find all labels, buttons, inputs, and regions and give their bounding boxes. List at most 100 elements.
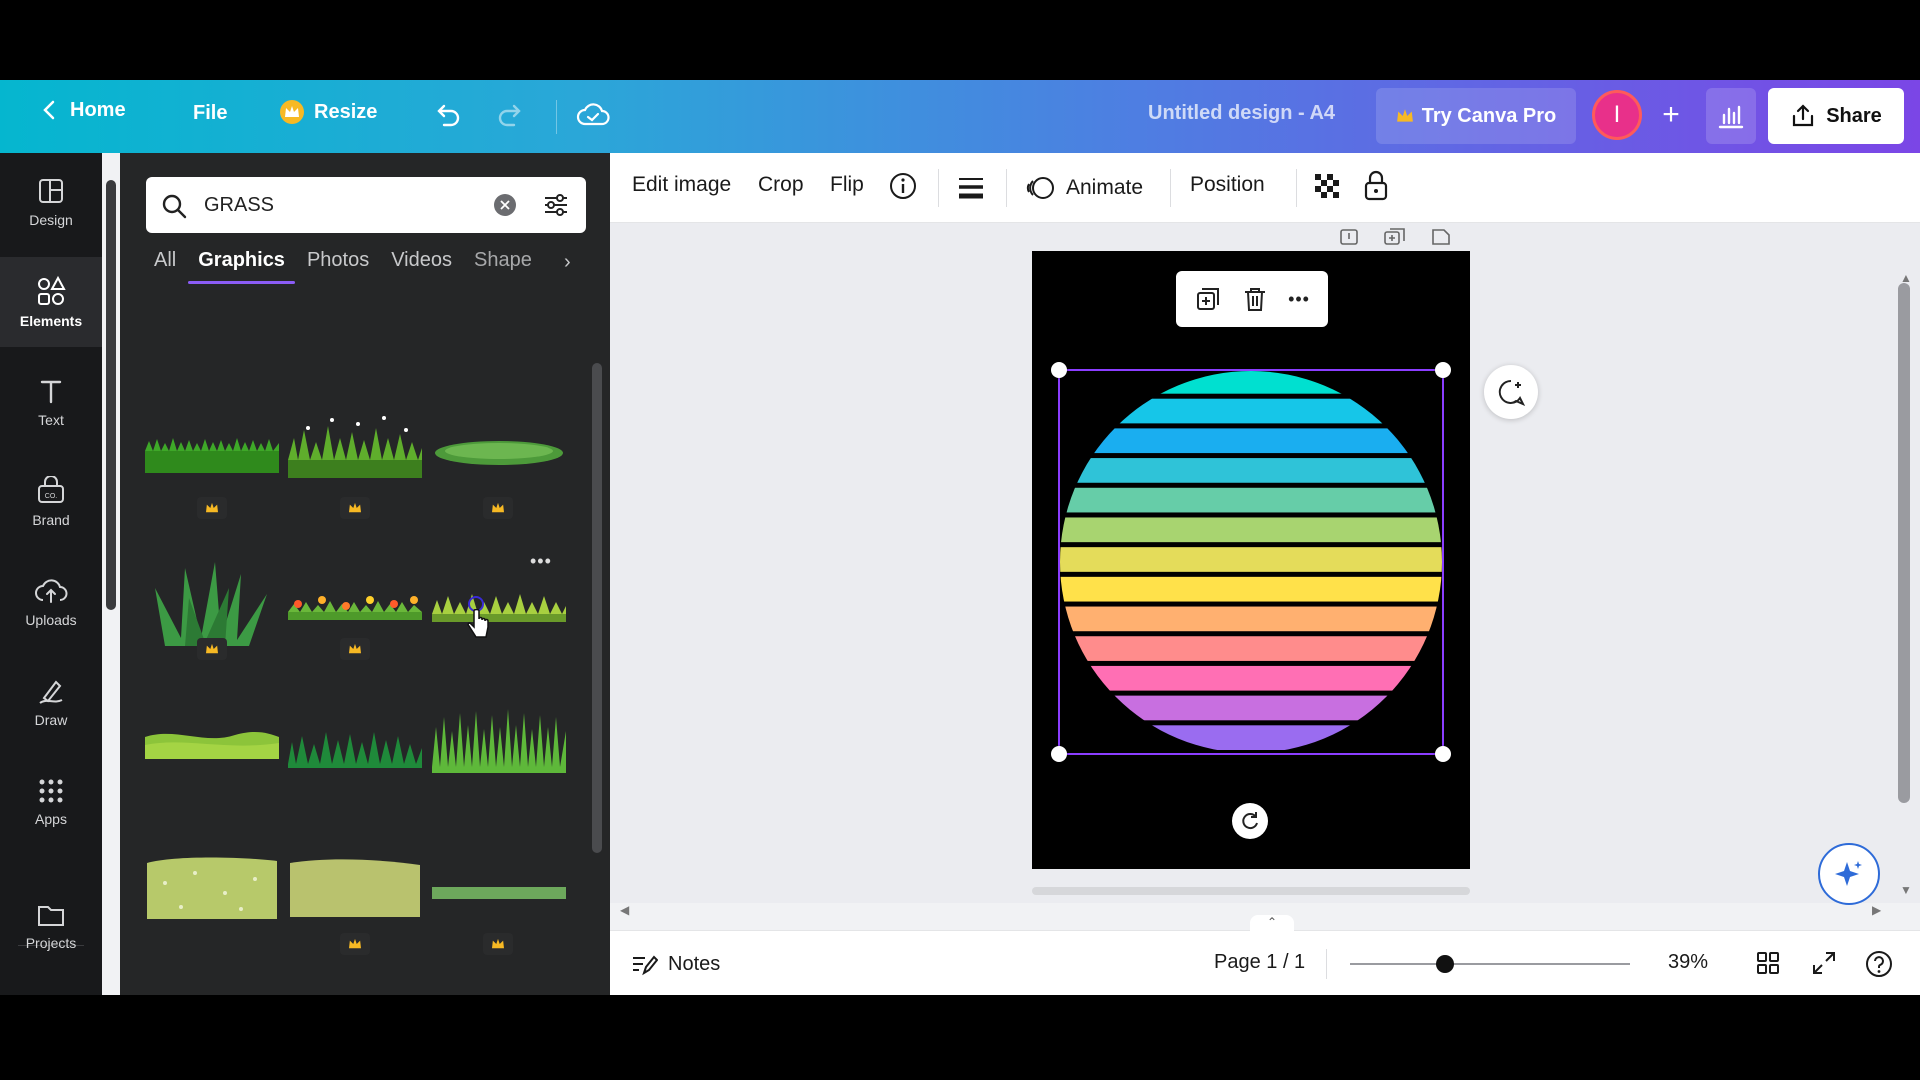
grass-flowers-graphic[interactable]	[288, 588, 422, 628]
flip-button[interactable]: Flip	[830, 173, 864, 197]
position-button[interactable]: Position	[1190, 173, 1265, 197]
avatar[interactable]: I	[1592, 90, 1642, 140]
trash-icon[interactable]	[1242, 285, 1268, 313]
animate-button[interactable]: Animate	[1026, 173, 1143, 203]
bottom-bar: ⌃ Notes Page 1 / 1 39%	[610, 915, 1920, 995]
scroll-up-icon[interactable]: ▲	[1900, 271, 1912, 285]
canvas-vertical-scrollbar[interactable]	[1898, 283, 1910, 803]
grass-patch-graphic[interactable]	[145, 853, 279, 923]
edit-image-button[interactable]: Edit image	[632, 173, 731, 197]
page-lock-icon[interactable]	[1338, 227, 1360, 247]
grid-view-icon[interactable]	[1754, 949, 1782, 977]
info-icon[interactable]	[888, 171, 918, 201]
grass-graphic[interactable]	[432, 703, 566, 773]
grass-hill-graphic[interactable]	[145, 723, 279, 763]
tab-graphics[interactable]: Graphics	[188, 249, 295, 284]
page-indicator[interactable]: Page 1 / 1	[1214, 951, 1305, 974]
resize-button[interactable]: Resize	[280, 100, 377, 124]
duplicate-icon[interactable]	[1194, 285, 1222, 313]
rail-item-projects[interactable]: Projects	[0, 881, 102, 971]
tab-videos[interactable]: Videos	[391, 249, 452, 284]
rail-item-brand[interactable]: CO. Brand	[0, 457, 102, 547]
rail-item-design[interactable]: Design	[0, 157, 102, 247]
design-title[interactable]: Untitled design - A4	[1148, 102, 1335, 125]
design-page[interactable]: •••	[1032, 251, 1470, 869]
scroll-left-icon[interactable]: ◀	[620, 903, 629, 917]
rail-item-elements[interactable]: Elements	[0, 257, 102, 347]
resize-label: Resize	[314, 100, 378, 123]
selection-box[interactable]	[1051, 362, 1451, 762]
rail-label: Apps	[35, 811, 67, 827]
top-bar: Home File Resize Untitled design - A4 Tr…	[0, 80, 1920, 153]
filter-icon[interactable]	[542, 191, 570, 224]
invite-plus-icon[interactable]: +	[1648, 92, 1694, 138]
lock-icon[interactable]	[1362, 169, 1390, 201]
scroll-down-icon[interactable]: ▼	[1900, 883, 1912, 897]
save-status-button[interactable]	[576, 100, 610, 130]
share-button[interactable]: Share	[1768, 88, 1904, 144]
zoom-value[interactable]: 39%	[1668, 951, 1708, 974]
tab-photos[interactable]: Photos	[307, 249, 369, 284]
rotate-handle[interactable]	[1232, 803, 1268, 839]
resize-handle-bottom-left[interactable]	[1051, 746, 1067, 762]
clear-search-icon[interactable]	[494, 194, 516, 216]
line-weight-icon[interactable]	[956, 173, 986, 203]
more-options-icon[interactable]: •••	[1288, 289, 1310, 310]
sparkle-icon	[1835, 861, 1862, 886]
crop-button[interactable]: Crop	[758, 173, 804, 197]
notes-icon	[633, 955, 658, 976]
comment-plus-icon	[1498, 379, 1526, 406]
notes-button[interactable]: Notes	[630, 951, 720, 977]
rail-item-draw[interactable]: Draw	[0, 657, 102, 747]
undo-button[interactable]	[432, 100, 462, 130]
canvas-horizontal-scrollbar[interactable]	[1032, 887, 1470, 895]
panel-scrollbar[interactable]	[592, 363, 602, 853]
add-comment-button[interactable]	[1484, 365, 1538, 419]
magic-assistant-button[interactable]	[1818, 843, 1880, 905]
grass-graphic[interactable]	[145, 413, 279, 493]
search-input[interactable]	[204, 177, 494, 233]
resize-handle-bottom-right[interactable]	[1435, 746, 1451, 762]
shapes-icon	[38, 275, 66, 305]
toolbar-divider	[1006, 169, 1007, 207]
animate-icon	[1026, 177, 1054, 199]
tab-shapes[interactable]: Shape	[474, 249, 532, 284]
insights-button[interactable]	[1706, 88, 1756, 144]
rail-label: Design	[29, 212, 73, 228]
rail-item-text[interactable]: Text	[0, 357, 102, 447]
rail-scrollbar[interactable]	[106, 180, 116, 610]
grass-strip-graphic[interactable]	[432, 883, 566, 903]
notes-label: Notes	[668, 952, 721, 975]
transparency-icon[interactable]	[1312, 171, 1342, 201]
scroll-right-icon[interactable]: ▶	[1872, 903, 1881, 917]
more-options-icon[interactable]: •••	[530, 551, 552, 572]
redo-button[interactable]	[496, 100, 526, 130]
grass-patch-graphic[interactable]	[288, 853, 422, 923]
rail-item-uploads[interactable]: Uploads	[0, 557, 102, 647]
chevron-right-icon[interactable]: ›	[564, 251, 571, 274]
duplicate-page-icon[interactable]	[1382, 227, 1408, 247]
grass-graphic[interactable]	[432, 588, 566, 628]
premium-crown-icon	[340, 933, 370, 955]
grass-graphic[interactable]	[288, 718, 422, 768]
add-page-icon[interactable]	[1430, 227, 1452, 247]
tab-all[interactable]: All	[154, 249, 176, 284]
grass-graphic[interactable]	[288, 408, 422, 488]
home-button[interactable]: Home	[40, 98, 126, 122]
resize-handle-top-left[interactable]	[1051, 362, 1067, 378]
file-menu-button[interactable]: File	[193, 102, 227, 125]
zoom-slider-knob[interactable]	[1436, 955, 1454, 973]
try-canva-pro-button[interactable]: Try Canva Pro	[1376, 88, 1576, 144]
zoom-slider-track[interactable]	[1350, 963, 1630, 965]
grass-graphic[interactable]	[145, 558, 279, 648]
rail-item-apps[interactable]: Apps	[0, 757, 102, 847]
rail-label: Brand	[32, 512, 70, 528]
redo-icon	[498, 104, 521, 127]
toolbar-divider	[1170, 169, 1171, 207]
chevron-up-icon[interactable]: ⌃	[1250, 915, 1294, 933]
text-icon	[40, 380, 62, 404]
fullscreen-icon[interactable]	[1810, 949, 1838, 977]
help-icon[interactable]	[1864, 949, 1894, 979]
resize-handle-top-right[interactable]	[1435, 362, 1451, 378]
rail-label: Draw	[34, 712, 68, 728]
